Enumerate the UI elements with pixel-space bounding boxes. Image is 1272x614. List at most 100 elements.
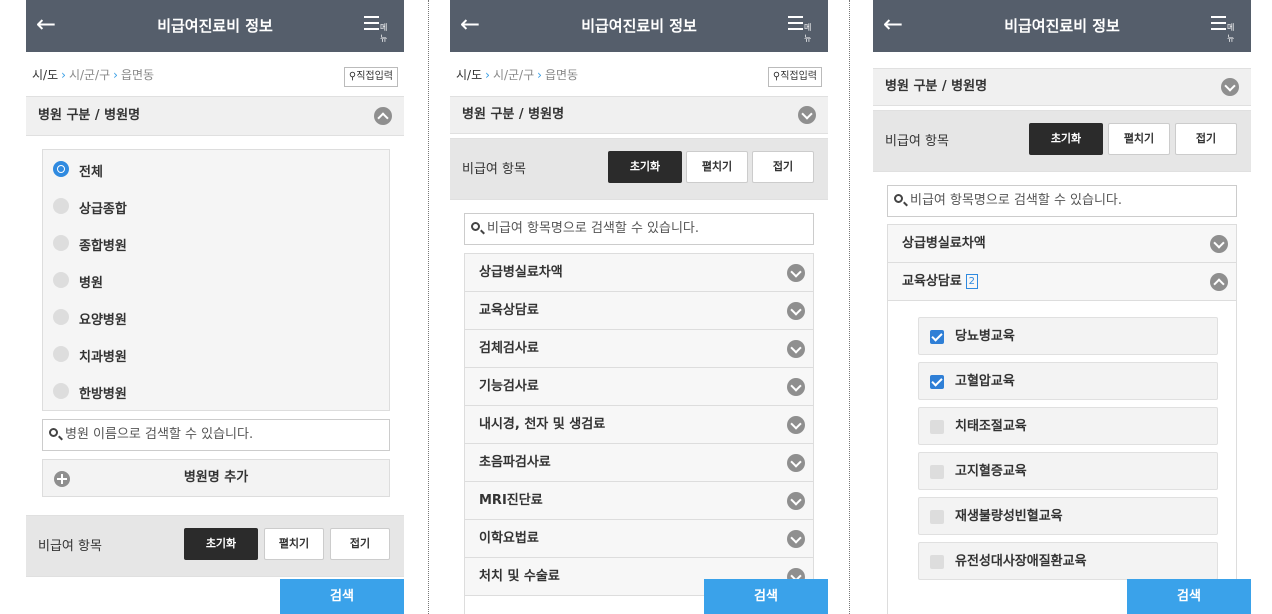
add-hospital-button[interactable]: 병원명 추가 bbox=[42, 459, 390, 497]
hamburger-icon bbox=[364, 16, 379, 34]
category-row[interactable]: MRI진단료 bbox=[465, 482, 813, 520]
search-icon bbox=[471, 222, 480, 231]
breadcrumb-eupmyeondong[interactable]: 읍면동 bbox=[121, 68, 154, 82]
collapse-button[interactable]: 접기 bbox=[330, 528, 390, 560]
collapse-button[interactable]: 접기 bbox=[1175, 123, 1237, 155]
checkbox-item[interactable]: 치태조절교육 bbox=[918, 407, 1218, 445]
checkbox-checked-icon bbox=[930, 375, 944, 389]
chevron-down-icon bbox=[787, 492, 805, 510]
hospital-type-option[interactable]: 요양병원 bbox=[43, 298, 389, 335]
chevron-down-icon[interactable] bbox=[1221, 78, 1239, 96]
expand-button[interactable]: 펼치기 bbox=[264, 528, 324, 560]
page-title: 비급여진료비 정보 bbox=[157, 17, 273, 35]
category-row[interactable]: 기능검사료 bbox=[465, 368, 813, 406]
category-row-open[interactable]: 교육상담료 2 bbox=[888, 263, 1236, 301]
search-icon bbox=[49, 428, 58, 437]
nonbenefit-section-header: 비급여 항목 초기화 펼치기 접기 bbox=[873, 110, 1251, 172]
chevron-right-icon: › bbox=[485, 68, 490, 82]
category-row[interactable]: 검체검사료 bbox=[465, 330, 813, 368]
app-header: ← 비급여진료비 정보 메뉴 bbox=[26, 0, 404, 52]
chevron-down-icon bbox=[787, 378, 805, 396]
menu-label: 메뉴 bbox=[804, 23, 812, 43]
divider bbox=[849, 0, 850, 614]
category-row[interactable]: 교육상담료 bbox=[465, 292, 813, 330]
menu-button[interactable]: 메뉴 bbox=[788, 16, 818, 43]
category-row[interactable]: 이학요법료 bbox=[465, 520, 813, 558]
chevron-down-icon bbox=[787, 416, 805, 434]
hospital-section-header[interactable]: 병원 구분 / 병원명 bbox=[873, 68, 1251, 106]
hospital-type-list: 전체 상급종합 종합병원 병원 요양병원 치과병원 한방병원 bbox=[42, 149, 390, 411]
menu-button[interactable]: 메뉴 bbox=[1211, 16, 1241, 43]
checkbox-icon bbox=[930, 510, 944, 524]
category-row[interactable]: 초음파검사료 bbox=[465, 444, 813, 482]
breadcrumb-sigungu[interactable]: 시/군/구 bbox=[493, 68, 534, 82]
checkbox-icon bbox=[930, 555, 944, 569]
menu-button[interactable]: 메뉴 bbox=[364, 16, 394, 43]
hospital-section-header[interactable]: 병원 구분 / 병원명 bbox=[26, 96, 404, 136]
menu-label: 메뉴 bbox=[1227, 23, 1235, 43]
breadcrumb: 시/도 › 시/군/구 › 읍면동 ⚲직접입력 bbox=[26, 52, 404, 96]
radio-icon bbox=[53, 235, 69, 251]
hospital-type-option[interactable]: 치과병원 bbox=[43, 335, 389, 372]
search-button[interactable]: 검색 bbox=[280, 579, 404, 614]
hospital-type-option[interactable]: 병원 bbox=[43, 261, 389, 298]
checkbox-item[interactable]: 고지혈증교육 bbox=[918, 452, 1218, 490]
category-row[interactable]: 상급병실료차액 bbox=[888, 225, 1236, 263]
page-title: 비급여진료비 정보 bbox=[581, 17, 697, 35]
reset-button[interactable]: 초기화 bbox=[608, 151, 682, 183]
app-header: ← 비급여진료비 정보 메뉴 bbox=[450, 0, 828, 52]
search-button[interactable]: 검색 bbox=[1127, 579, 1251, 614]
expand-button[interactable]: 펼치기 bbox=[686, 151, 748, 183]
section-label: 병원 구분 / 병원명 bbox=[462, 107, 565, 122]
chevron-down-icon[interactable] bbox=[798, 106, 816, 124]
checkbox-icon bbox=[930, 420, 944, 434]
breadcrumb-sigungu[interactable]: 시/군/구 bbox=[69, 68, 110, 82]
breadcrumb-sido[interactable]: 시/도 bbox=[456, 68, 482, 82]
expand-button[interactable]: 펼치기 bbox=[1108, 123, 1170, 155]
hospital-type-option[interactable]: 상급종합 bbox=[43, 187, 389, 224]
nonbenefit-search-input[interactable]: 비급여 항목명으로 검색할 수 있습니다. bbox=[464, 213, 814, 245]
radio-icon bbox=[53, 383, 69, 399]
chevron-down-icon bbox=[787, 264, 805, 282]
checkbox-item[interactable]: 고혈압교육 bbox=[918, 362, 1218, 400]
breadcrumb-sido[interactable]: 시/도 bbox=[32, 68, 58, 82]
nonbenefit-section-header: 비급여 항목 초기화 펼치기 접기 bbox=[26, 515, 404, 577]
collapse-button[interactable]: 접기 bbox=[752, 151, 814, 183]
nonbenefit-search-input[interactable]: 비급여 항목명으로 검색할 수 있습니다. bbox=[887, 185, 1237, 217]
search-button[interactable]: 검색 bbox=[704, 579, 828, 614]
hospital-search-input[interactable]: 병원 이름으로 검색할 수 있습니다. bbox=[42, 419, 390, 451]
menu-label: 메뉴 bbox=[380, 23, 388, 43]
radio-icon bbox=[53, 198, 69, 214]
hamburger-icon bbox=[788, 16, 803, 34]
reset-button[interactable]: 초기화 bbox=[184, 528, 258, 560]
breadcrumb-eupmyeondong[interactable]: 읍면동 bbox=[545, 68, 578, 82]
chevron-right-icon: › bbox=[61, 68, 66, 82]
hospital-section-header[interactable]: 병원 구분 / 병원명 bbox=[450, 96, 828, 134]
chevron-right-icon: › bbox=[537, 68, 542, 82]
chevron-down-icon bbox=[787, 454, 805, 472]
chevron-up-icon[interactable] bbox=[374, 107, 392, 125]
radio-icon bbox=[53, 272, 69, 288]
search-icon bbox=[894, 194, 903, 203]
reset-button[interactable]: 초기화 bbox=[1029, 123, 1103, 155]
chevron-down-icon bbox=[787, 340, 805, 358]
checkbox-item[interactable]: 재생불량성빈혈교육 bbox=[918, 497, 1218, 535]
direct-input-button[interactable]: ⚲직접입력 bbox=[343, 67, 398, 87]
chevron-down-icon bbox=[787, 530, 805, 548]
hospital-type-option[interactable]: 한방병원 bbox=[43, 372, 389, 409]
radio-icon bbox=[53, 309, 69, 325]
section-label: 비급여 항목 bbox=[38, 539, 102, 554]
category-row[interactable]: 내시경, 천자 및 생검료 bbox=[465, 406, 813, 444]
direct-input-button[interactable]: ⚲직접입력 bbox=[767, 67, 822, 87]
checkbox-item[interactable]: 당뇨병교육 bbox=[918, 317, 1218, 355]
checkbox-item[interactable]: 유전성대사장애질환교육 bbox=[918, 542, 1218, 580]
hospital-type-option[interactable]: 전체 bbox=[43, 150, 389, 187]
panel-nonbenefit-expanded: ← 비급여진료비 정보 메뉴 병원 구분 / 병원명 비급여 항목 초기화 펼치… bbox=[873, 0, 1251, 614]
panel-hospital-filter: ← 비급여진료비 정보 메뉴 시/도 › 시/군/구 › 읍면동 ⚲직접입력 병원 구분… bbox=[26, 0, 404, 614]
hospital-type-option[interactable]: 종합병원 bbox=[43, 224, 389, 261]
chevron-right-icon: › bbox=[113, 68, 118, 82]
section-label: 병원 구분 / 병원명 bbox=[38, 108, 141, 123]
category-row[interactable]: 상급병실료차액 bbox=[465, 254, 813, 292]
section-label: 비급여 항목 bbox=[885, 134, 949, 149]
app-header: ← 비급여진료비 정보 메뉴 bbox=[873, 0, 1251, 52]
